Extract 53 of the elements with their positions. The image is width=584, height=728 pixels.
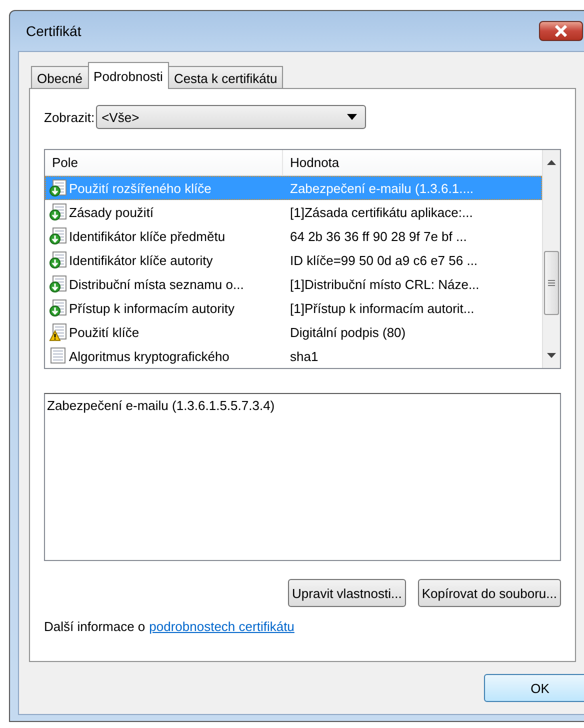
certificate-field-icon <box>49 275 67 293</box>
info-text: Další informace o <box>44 619 146 634</box>
grip-icon <box>548 280 555 286</box>
details-link[interactable]: podrobnostech certifikátu <box>149 619 294 634</box>
tab[interactable]: Cesta k certifikátu <box>168 66 284 88</box>
scroll-up-icon[interactable] <box>547 160 556 165</box>
list-row[interactable]: Distribuční místa seznamu o... [1]Distribuční místo CRL: Náze... <box>45 272 542 296</box>
action-button[interactable]: Upravit vlastnosti... <box>288 579 406 607</box>
field-name: Přístup k informacím autority <box>69 300 234 316</box>
scroll-thumb[interactable] <box>544 251 559 315</box>
action-button[interactable]: Kopírovat do souboru... <box>418 579 561 607</box>
list-row[interactable]: Zásady použití [1]Zásada certifikátu aplikace:... <box>45 200 542 224</box>
field-name: Identifikátor klíče autority <box>69 252 213 268</box>
scrollbar[interactable] <box>542 150 560 368</box>
field-value: [1]Zásada certifikátu aplikace:... <box>289 204 474 220</box>
field-value: sha1 <box>289 348 320 364</box>
tab[interactable]: Podrobnosti <box>88 62 169 89</box>
field-value: Zabezpečení e-mailu (1.3.6.1.... <box>289 180 475 196</box>
list-row[interactable]: Přístup k informacím autority [1]Přístup k informacím autorit... <box>45 296 542 320</box>
field-value: Digitální podpis (80) <box>289 324 407 340</box>
show-dropdown[interactable]: <Vše> <box>96 105 366 129</box>
list-row[interactable]: Použití klíče Digitální podpis (80) <box>45 320 542 344</box>
show-label: Zobrazit: <box>44 110 95 124</box>
ok-button[interactable]: OK <box>484 674 584 702</box>
close-button[interactable] <box>539 21 583 41</box>
field-value: ID klíče=99 50 0d a9 c6 e7 56 ... <box>289 252 479 268</box>
field-name: Algoritmus kryptografického <box>69 348 230 364</box>
window-title: Certifikát <box>26 23 82 39</box>
warning-field-icon <box>49 323 67 341</box>
tab[interactable]: Obecné <box>31 66 89 88</box>
certificate-field-icon <box>49 299 67 317</box>
field-value: 64 2b 36 36 ff 90 28 9f 7e bf ... <box>289 228 468 244</box>
field-name: Zásady použití <box>69 204 154 220</box>
field-name: Identifikátor klíče předmětu <box>69 228 226 244</box>
certificate-field-icon <box>49 251 67 269</box>
certificate-field-icon <box>49 203 67 221</box>
field-name: Použití klíče <box>69 324 140 340</box>
list-row[interactable]: Identifikátor klíče předmětu 64 2b 36 36 ff 90 28 9f 7e bf ... <box>45 224 542 248</box>
column-header[interactable]: Pole <box>45 150 283 175</box>
field-value: [1]Přístup k informacím autorit... <box>289 300 476 316</box>
list-row[interactable]: Identifikátor klíče autority ID klíče=99 50 0d a9 c6 e7 56 ... <box>45 248 542 272</box>
column-header[interactable]: Hodnota <box>283 155 542 170</box>
field-icon <box>49 347 67 365</box>
value-detail-field[interactable]: Zabezpečení e-mailu (1.3.6.1.5.5.7.3.4) <box>44 393 561 561</box>
scroll-down-icon[interactable] <box>547 353 556 358</box>
dropdown-arrow-icon <box>346 114 357 120</box>
field-name: Distribuční místa seznamu o... <box>69 276 244 292</box>
certificate-field-icon <box>49 227 67 245</box>
field-name: Použití rozšířeného klíče <box>69 180 212 196</box>
field-value: [1]Distribuční místo CRL: Náze... <box>289 276 480 292</box>
certificate-field-icon <box>49 179 67 197</box>
close-icon <box>553 25 569 37</box>
list-row[interactable]: Algoritmus kryptografického sha1 <box>45 344 542 368</box>
